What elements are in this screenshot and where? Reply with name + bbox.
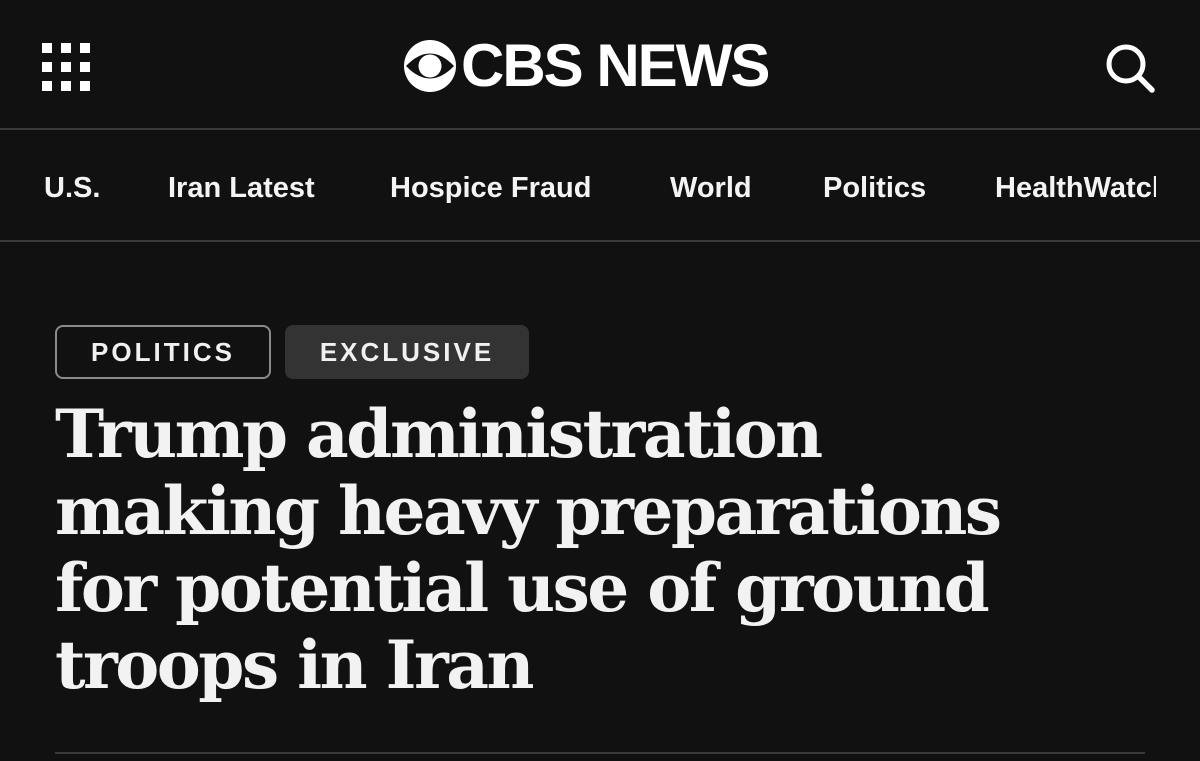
nav-item-hospice-fraud[interactable]: Hospice Fraud	[390, 170, 591, 206]
nav-item-us[interactable]: U.S.	[44, 170, 100, 206]
search-button[interactable]	[1102, 40, 1158, 96]
brand-name: CBS NEWS	[461, 32, 770, 99]
grid-menu-icon[interactable]	[42, 43, 90, 91]
tag-politics[interactable]: POLITICS	[55, 325, 271, 379]
nav-item-world[interactable]: World	[670, 170, 752, 206]
site-header: CBS NEWS	[0, 0, 1200, 130]
nav-item-iran-latest[interactable]: Iran Latest	[168, 170, 315, 206]
section-nav-track: U.S. Iran Latest Hospice Fraud World Pol…	[44, 130, 1156, 240]
section-nav: U.S. Iran Latest Hospice Fraud World Pol…	[0, 130, 1200, 242]
cbs-eye-logo-icon	[404, 40, 456, 92]
search-icon	[1106, 44, 1155, 93]
article-headline: Trump administration making heavy prepar…	[55, 395, 1002, 704]
tag-exclusive: EXCLUSIVE	[285, 325, 529, 379]
nav-item-healthwatch[interactable]: HealthWatch	[995, 170, 1156, 206]
divider	[55, 752, 1145, 754]
cbs-news-logo[interactable]: CBS NEWS	[403, 32, 770, 99]
nav-item-politics[interactable]: Politics	[823, 170, 926, 206]
